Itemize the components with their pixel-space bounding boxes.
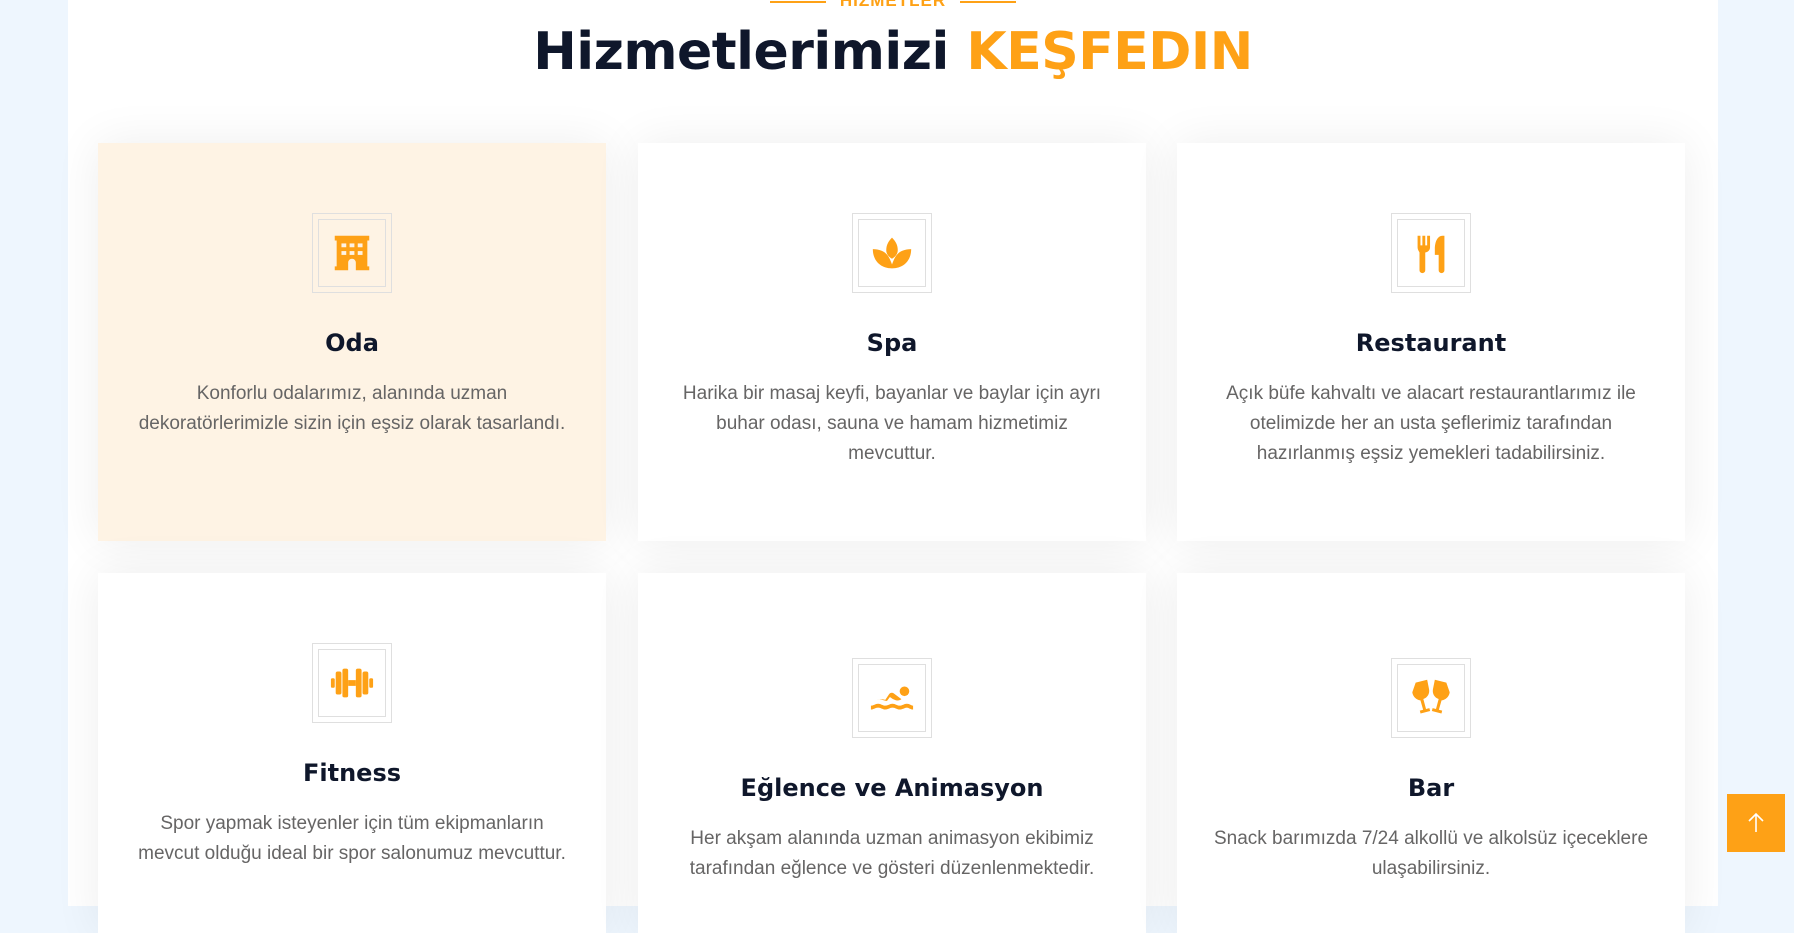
- arrow-up-icon: [1748, 812, 1764, 832]
- dumbbell-icon: [330, 668, 374, 698]
- glasses-cheers-icon: [1412, 679, 1450, 714]
- utensils-icon: [1417, 235, 1445, 274]
- service-title: Eğlence ve Animasyon: [740, 774, 1044, 802]
- service-description: Harika bir masaj keyfi, bayanlar ve bayl…: [682, 383, 1102, 464]
- service-icon-box: [312, 643, 392, 723]
- section-title: Hizmetlerimizi KEŞFEDIN: [68, 18, 1718, 86]
- service-title: Fitness: [302, 759, 402, 787]
- service-card-spa[interactable]: Spa Harika bir masaj keyfi, bayanlar ve …: [638, 143, 1146, 541]
- services-section: HİZMETLER Hizmetlerimizi KEŞFEDIN Oda Ko…: [68, 0, 1718, 933]
- service-title: Oda: [325, 329, 379, 357]
- service-description: Spor yapmak isteyenler için tüm ekipmanl…: [138, 813, 566, 864]
- service-icon-box: [852, 658, 932, 738]
- service-card-bar[interactable]: Bar Snack barımızda 7/24 alkollü ve alko…: [1177, 573, 1685, 933]
- service-description: Açık büfe kahvaltı ve alacart restaurant…: [1226, 383, 1636, 464]
- service-card-fitness[interactable]: Fitness Spor yapmak isteyenler için tüm …: [98, 573, 606, 933]
- service-icon-box: [312, 213, 392, 293]
- service-description: Her akşam alanında uzman animasyon ekibi…: [689, 828, 1095, 879]
- eyebrow-line-left: [769, 0, 826, 3]
- spa-icon: [872, 237, 912, 269]
- service-card-restaurant[interactable]: Restaurant Açık büfe kahvaltı ve alacart…: [1177, 143, 1685, 541]
- service-description: Konforlu odalarımız, alanında uzman deko…: [138, 383, 566, 434]
- hotel-icon: [334, 235, 370, 271]
- section-title-main: Hizmetlerimizi: [533, 22, 949, 82]
- service-title: Spa: [866, 329, 918, 357]
- service-title: Restaurant: [1355, 329, 1507, 357]
- swimmer-icon: [870, 686, 914, 710]
- service-title: Bar: [1407, 774, 1455, 802]
- service-description: Snack barımızda 7/24 alkollü ve alkolsüz…: [1213, 828, 1649, 879]
- service-card-oda[interactable]: Oda Konforlu odalarımız, alanında uzman …: [98, 143, 606, 541]
- section-title-accent: KEŞFEDIN: [966, 22, 1253, 82]
- service-icon-box: [1391, 213, 1471, 293]
- service-icon-box: [852, 213, 932, 293]
- service-icon-box: [1391, 658, 1471, 738]
- section-eyebrow: HİZMETLER: [68, 0, 1718, 11]
- service-card-eglence[interactable]: Eğlence ve Animasyon Her akşam alanında …: [638, 573, 1146, 933]
- back-to-top-button[interactable]: [1727, 794, 1785, 852]
- eyebrow-label: HİZMETLER: [839, 0, 947, 10]
- eyebrow-line-right: [960, 0, 1017, 3]
